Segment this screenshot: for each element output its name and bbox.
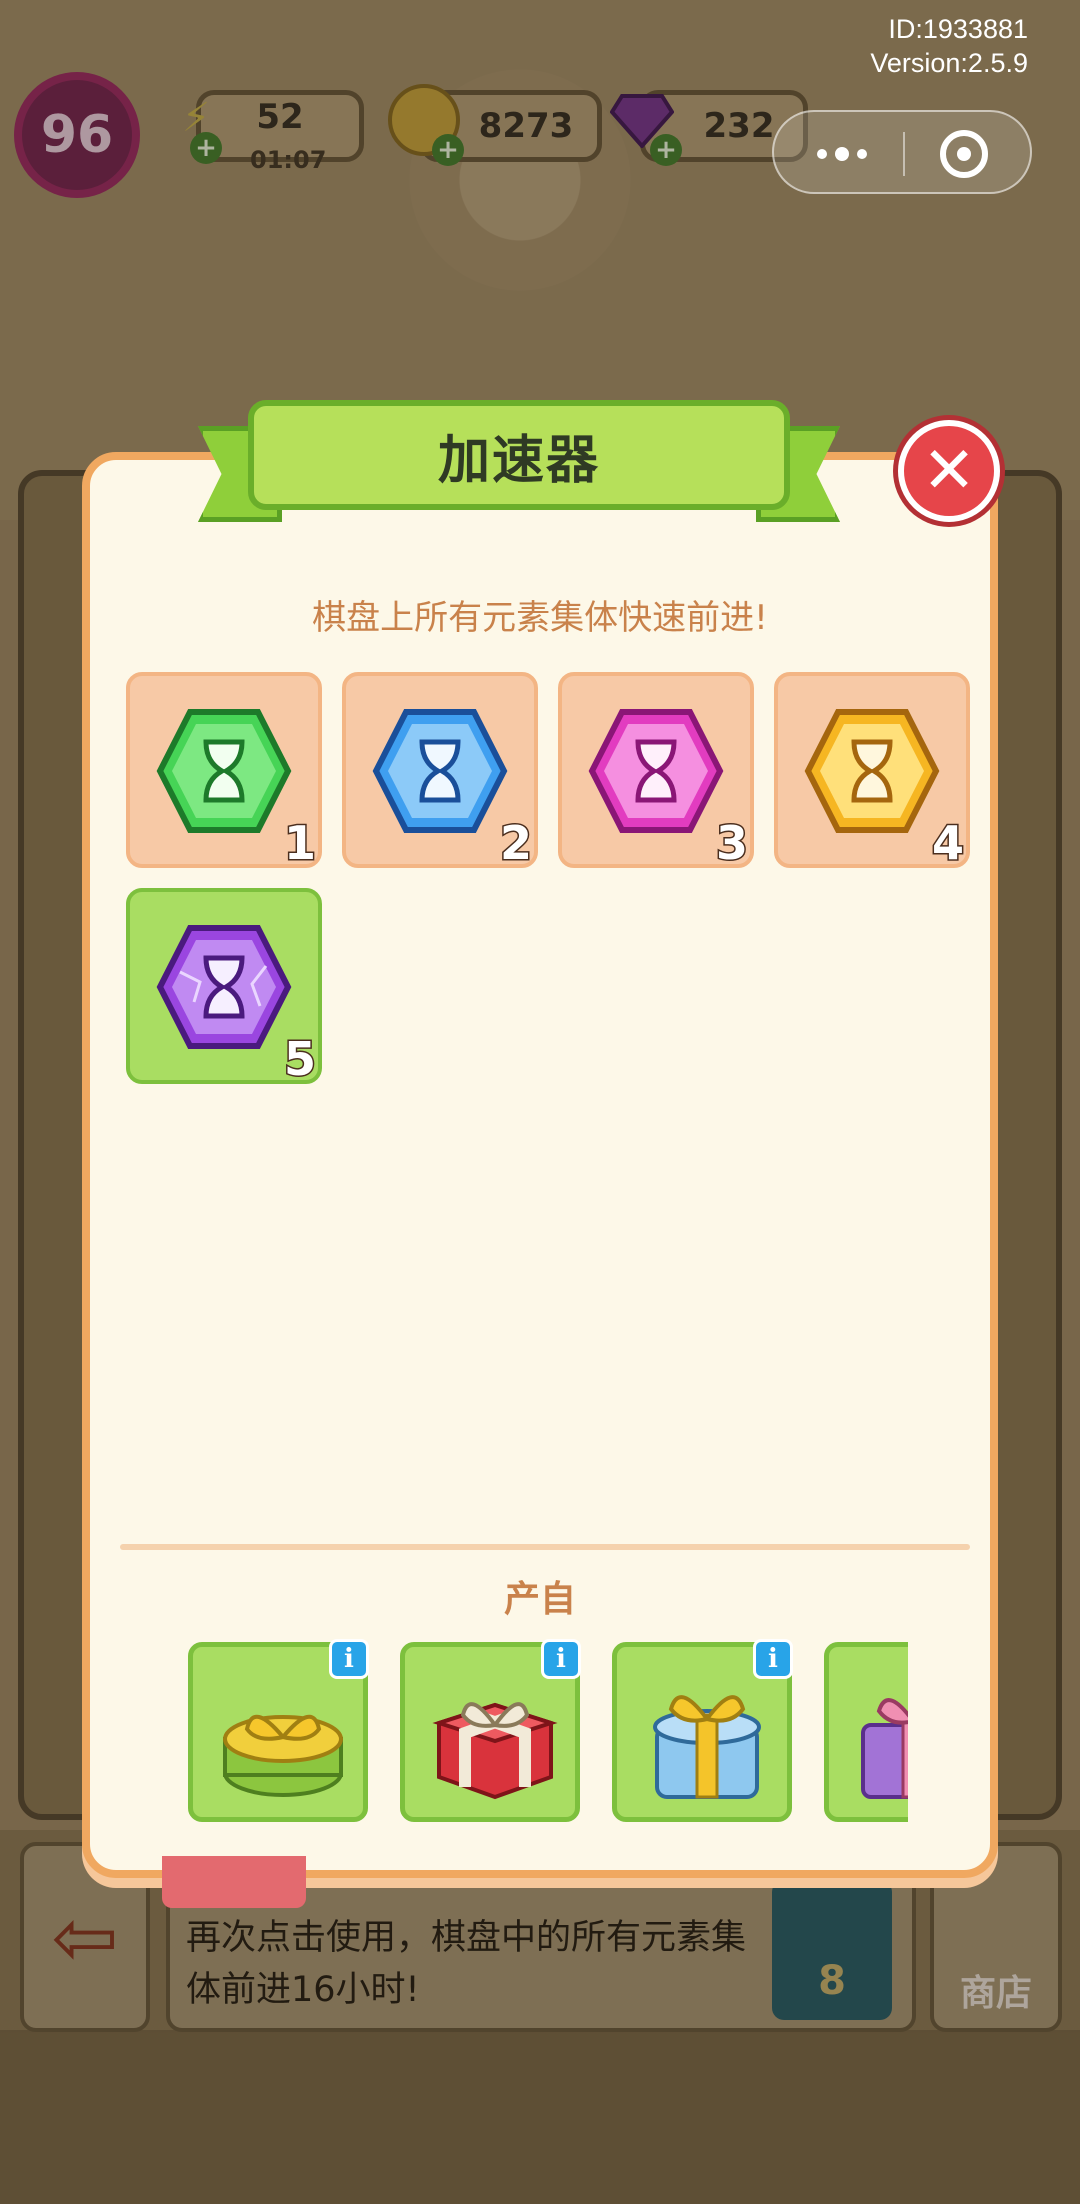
gold-hourglass-gem-icon [804,709,940,833]
purple-gift-box-icon [861,1698,908,1799]
dot-icon [817,149,827,159]
info-icon[interactable]: i [753,1639,793,1679]
version-info: ID:1933881 Version:2.5.9 [870,12,1028,80]
source-card-2[interactable]: i [400,1639,581,1822]
user-id: ID:1933881 [888,14,1028,44]
purple-hourglass-gem-icon [156,925,292,1049]
modal-bottom-tab [162,1856,306,1908]
item-level-4: 4 [930,815,965,872]
item-slot-2[interactable]: 2 [342,672,538,872]
item-level-3: 3 [714,815,749,872]
dialog-title-banner: 加速器 [198,400,840,526]
blue-hourglass-gem-icon [372,709,508,833]
dialog-description: 棋盘上所有元素集体快速前进! [312,598,768,638]
close-icon: ✕ [922,434,976,508]
info-icon[interactable]: i [329,1639,369,1679]
pink-hourglass-gem-icon [588,709,724,833]
target-icon [957,147,971,161]
item-slot-4[interactable]: 4 [774,672,970,872]
source-section-title: 产自 [503,1579,576,1620]
capsule-divider [903,132,905,176]
item-slot-3[interactable]: 3 [558,672,754,872]
accelerator-dialog: 棋盘上所有元素集体快速前进! 1 2 3 4 5 产自 i i i [82,452,998,1878]
item-level-1: 1 [282,815,317,872]
item-level-5: 5 [282,1031,317,1088]
exit-miniprogram-button[interactable] [940,130,988,178]
green-hourglass-gem-icon [156,709,292,833]
miniprogram-capsule [772,110,1032,194]
source-list[interactable]: i i i [188,1632,908,1832]
more-menu-button[interactable] [812,132,872,176]
source-card-4[interactable] [824,1642,908,1822]
dot-icon [857,149,867,159]
dialog-title-panel: 加速器 [248,400,790,510]
dialog-title: 加速器 [437,430,600,491]
item-slot-1[interactable]: 1 [126,672,322,872]
red-gift-box-icon [432,1702,558,1800]
source-card-3[interactable]: i [612,1639,793,1822]
green-yellow-gift-box-icon [223,1715,343,1797]
source-card-1[interactable]: i [188,1639,369,1822]
item-level-2: 2 [498,815,533,872]
app-version: Version:2.5.9 [870,48,1028,78]
section-divider [120,1544,970,1550]
close-button[interactable]: ✕ [898,420,1000,522]
dot-icon [835,147,849,161]
info-icon[interactable]: i [541,1639,581,1679]
item-slot-5[interactable]: 5 [126,888,322,1088]
blue-gift-box-icon [653,1695,761,1799]
